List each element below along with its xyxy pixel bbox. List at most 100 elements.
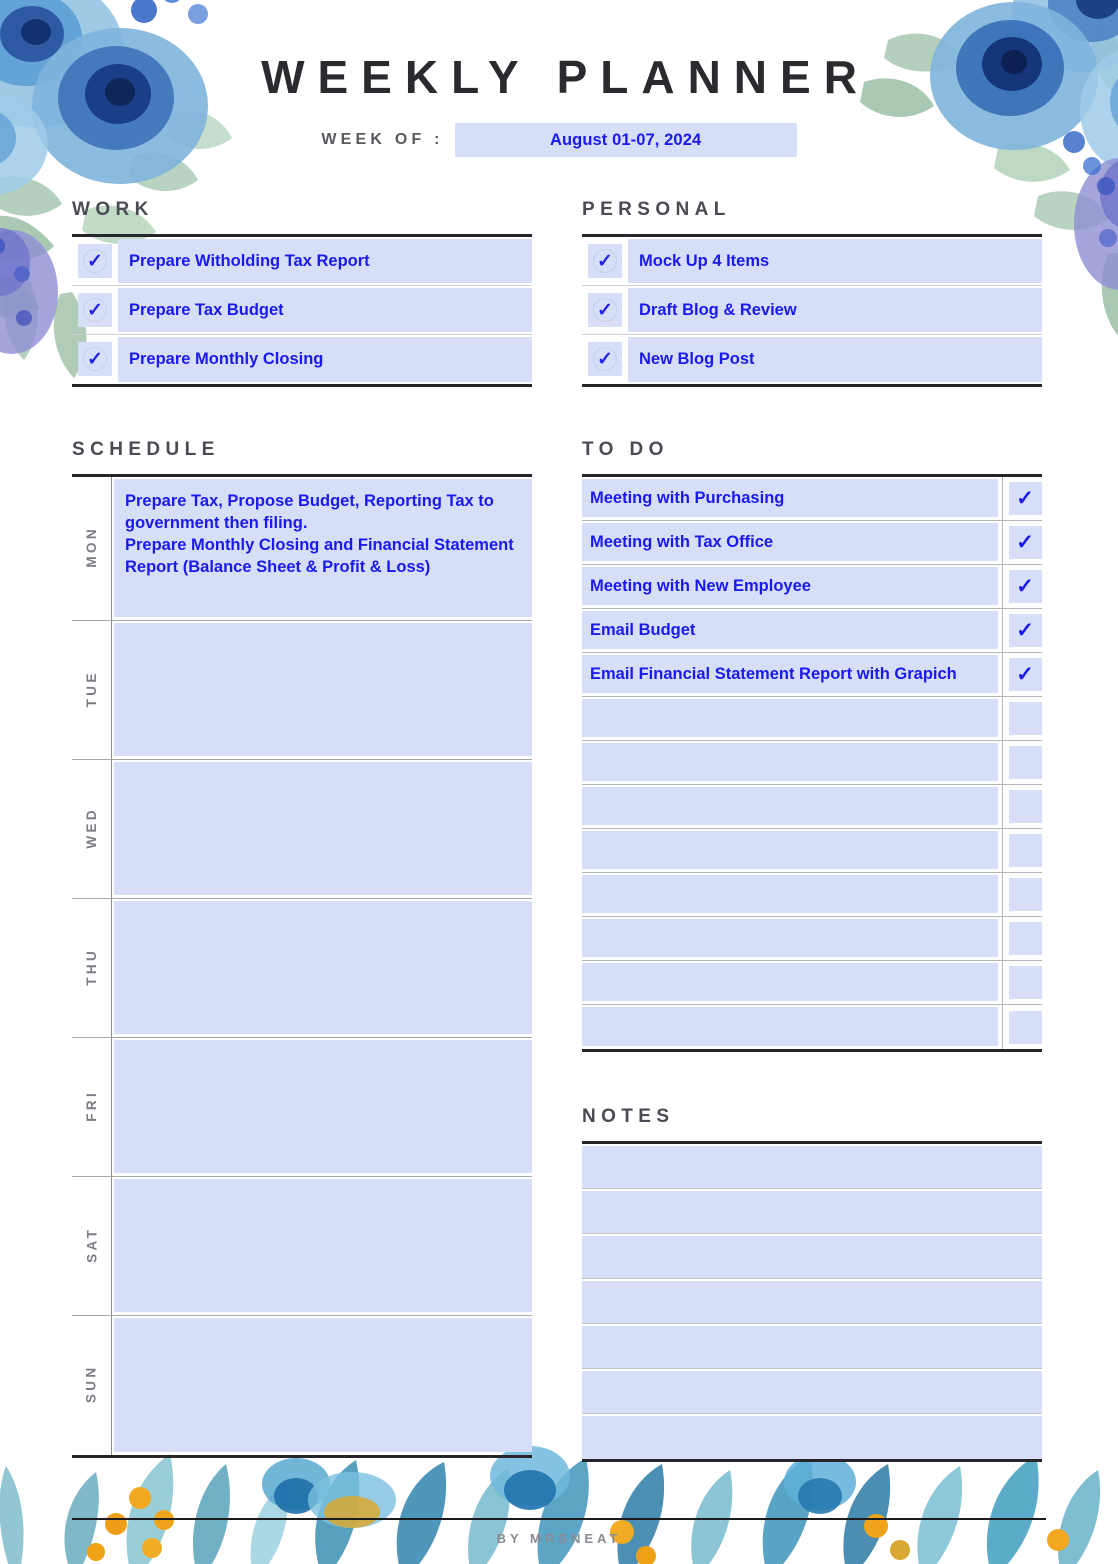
week-of-input[interactable]: August 01-07, 2024 <box>454 123 797 157</box>
todo-row <box>582 829 1042 873</box>
work-item-item-label[interactable]: Prepare Monthly Closing <box>118 337 532 382</box>
personal-item-item-label[interactable]: Mock Up 4 Items <box>628 239 1042 283</box>
checkbox-empty-icon[interactable] <box>1008 878 1042 911</box>
todo-checkbox-cell[interactable] <box>1002 917 1042 960</box>
todo-checkbox-cell[interactable]: ✓ <box>1002 477 1042 520</box>
schedule-day-label-mon: MON <box>72 477 112 620</box>
checkbox-checked-icon[interactable]: ✓ <box>1008 526 1042 559</box>
todo-item-label[interactable]: Meeting with New Employee <box>582 567 998 605</box>
checkbox-checked-icon[interactable]: ✓ <box>1008 614 1042 647</box>
checkmark-icon: ✓ <box>597 348 613 370</box>
checkbox-checked-icon[interactable]: ✓ <box>1008 658 1042 691</box>
personal-item-row[interactable]: ✓ Mock Up 4 Items <box>582 237 1042 286</box>
notes-line[interactable] <box>582 1236 1042 1279</box>
schedule-day-label-thu: THU <box>72 899 112 1037</box>
personal-item-item-label[interactable]: New Blog Post <box>628 337 1042 382</box>
checkbox-empty-icon[interactable] <box>1008 790 1042 823</box>
work-item-row[interactable]: ✓ Prepare Monthly Closing <box>72 335 532 384</box>
todo-checkbox-cell[interactable] <box>1002 829 1042 872</box>
todo-list: Meeting with Purchasing ✓ Meeting with Tax… <box>582 477 1042 1049</box>
schedule-row: MON Prepare Tax, Propose Budget, Reportin… <box>72 477 532 621</box>
schedule-row: TUE <box>72 621 532 760</box>
todo-checkbox-cell[interactable]: ✓ <box>1002 609 1042 652</box>
todo-checkbox-cell[interactable] <box>1002 1005 1042 1049</box>
todo-item-label[interactable] <box>582 1007 998 1046</box>
checkbox-checked-icon[interactable]: ✓ <box>588 342 622 376</box>
schedule-section: SCHEDULE MON Prepare Tax, Propose Budget,… <box>72 439 532 1458</box>
notes-line[interactable] <box>582 1146 1042 1189</box>
schedule-column: SCHEDULE MON Prepare Tax, Propose Budget,… <box>72 439 532 1462</box>
checkbox-empty-icon[interactable] <box>1008 966 1042 999</box>
todo-checkbox-cell[interactable] <box>1002 961 1042 1004</box>
todo-item-label[interactable] <box>582 963 998 1001</box>
personal-item-row[interactable]: ✓ New Blog Post <box>582 335 1042 384</box>
todo-row <box>582 961 1042 1005</box>
checkbox-empty-icon[interactable] <box>1008 922 1042 955</box>
checkbox-checked-icon[interactable]: ✓ <box>78 293 112 327</box>
planner-header: WEEKLY PLANNER WEEK OF : August 01-07, 2… <box>0 0 1118 157</box>
todo-item-label[interactable] <box>582 699 998 737</box>
todo-checkbox-cell[interactable]: ✓ <box>1002 565 1042 608</box>
checkbox-checked-icon[interactable]: ✓ <box>78 244 112 278</box>
work-item-item-label[interactable]: Prepare Tax Budget <box>118 288 532 332</box>
personal-item-row[interactable]: ✓ Draft Blog & Review <box>582 286 1042 335</box>
day-abbreviation: WED <box>84 806 99 849</box>
todo-row <box>582 741 1042 785</box>
todo-checkbox-cell[interactable]: ✓ <box>1002 653 1042 696</box>
schedule-entry-sat[interactable] <box>114 1179 532 1312</box>
todo-checkbox-cell[interactable] <box>1002 785 1042 828</box>
schedule-entry-fri[interactable] <box>114 1040 532 1173</box>
schedule-entry-sun[interactable] <box>114 1318 532 1452</box>
personal-column: PERSONAL ✓ Mock Up 4 Items ✓ Draft Blog & R… <box>582 199 1042 387</box>
notes-line[interactable] <box>582 1371 1042 1414</box>
work-item-row[interactable]: ✓ Prepare Tax Budget <box>72 286 532 335</box>
notes-line[interactable] <box>582 1326 1042 1369</box>
schedule-entry-thu[interactable] <box>114 901 532 1034</box>
todo-checkbox-cell[interactable] <box>1002 873 1042 916</box>
todo-item-label[interactable]: Meeting with Purchasing <box>582 479 998 517</box>
notes-rule-top <box>582 1141 1042 1144</box>
notes-line[interactable] <box>582 1191 1042 1234</box>
todo-item-label[interactable]: Meeting with Tax Office <box>582 523 998 561</box>
checkbox-checked-icon[interactable]: ✓ <box>588 244 622 278</box>
personal-item-item-label[interactable]: Draft Blog & Review <box>628 288 1042 332</box>
todo-row: Email Financial Statement Report with Gr… <box>582 653 1042 697</box>
checkmark-icon: ✓ <box>597 250 613 272</box>
checkbox-checked-icon[interactable]: ✓ <box>588 293 622 327</box>
checkbox-checked-icon[interactable]: ✓ <box>78 342 112 376</box>
work-item-item-label[interactable]: Prepare Witholding Tax Report <box>118 239 532 283</box>
footer-credit: BY MRSNEAT <box>496 1531 622 1546</box>
todo-item-label[interactable] <box>582 875 998 913</box>
todo-item-label[interactable]: Email Budget <box>582 611 998 649</box>
todo-item-label[interactable] <box>582 831 998 869</box>
todo-item-label[interactable] <box>582 743 998 781</box>
top-columns: WORK ✓ Prepare Witholding Tax Report ✓ Prep… <box>0 199 1118 387</box>
checkbox-empty-icon[interactable] <box>1008 834 1042 867</box>
checkbox-empty-icon[interactable] <box>1008 746 1042 779</box>
checkbox-checked-icon[interactable]: ✓ <box>1008 570 1042 603</box>
schedule-entry-tue[interactable] <box>114 623 532 756</box>
notes-line[interactable] <box>582 1281 1042 1324</box>
todo-row: Meeting with New Employee ✓ <box>582 565 1042 609</box>
checkbox-empty-icon[interactable] <box>1008 1010 1042 1044</box>
todo-checkbox-cell[interactable] <box>1002 697 1042 740</box>
checkbox-empty-icon[interactable] <box>1008 702 1042 735</box>
schedule-day-label-fri: FRI <box>72 1038 112 1176</box>
week-of-row: WEEK OF : August 01-07, 2024 <box>0 123 1118 157</box>
checkmark-icon: ✓ <box>597 299 613 321</box>
todo-item-label[interactable]: Email Financial Statement Report with Gr… <box>582 655 998 693</box>
todo-checkbox-cell[interactable]: ✓ <box>1002 521 1042 564</box>
notes-line[interactable] <box>582 1416 1042 1459</box>
todo-item-label[interactable] <box>582 919 998 957</box>
schedule-entry-mon[interactable]: Prepare Tax, Propose Budget, Reporting T… <box>114 479 532 617</box>
checkbox-checked-icon[interactable]: ✓ <box>1008 482 1042 515</box>
schedule-row: FRI <box>72 1038 532 1177</box>
todo-checkbox-cell[interactable] <box>1002 741 1042 784</box>
schedule-entry-wed[interactable] <box>114 762 532 895</box>
todo-notes-column: TO DO Meeting with Purchasing ✓ Meeting wi… <box>582 439 1042 1462</box>
work-checklist: ✓ Prepare Witholding Tax Report ✓ Prepare T… <box>72 237 532 384</box>
work-item-row[interactable]: ✓ Prepare Witholding Tax Report <box>72 237 532 286</box>
todo-item-label[interactable] <box>582 787 998 825</box>
schedule-row: WED <box>72 760 532 899</box>
